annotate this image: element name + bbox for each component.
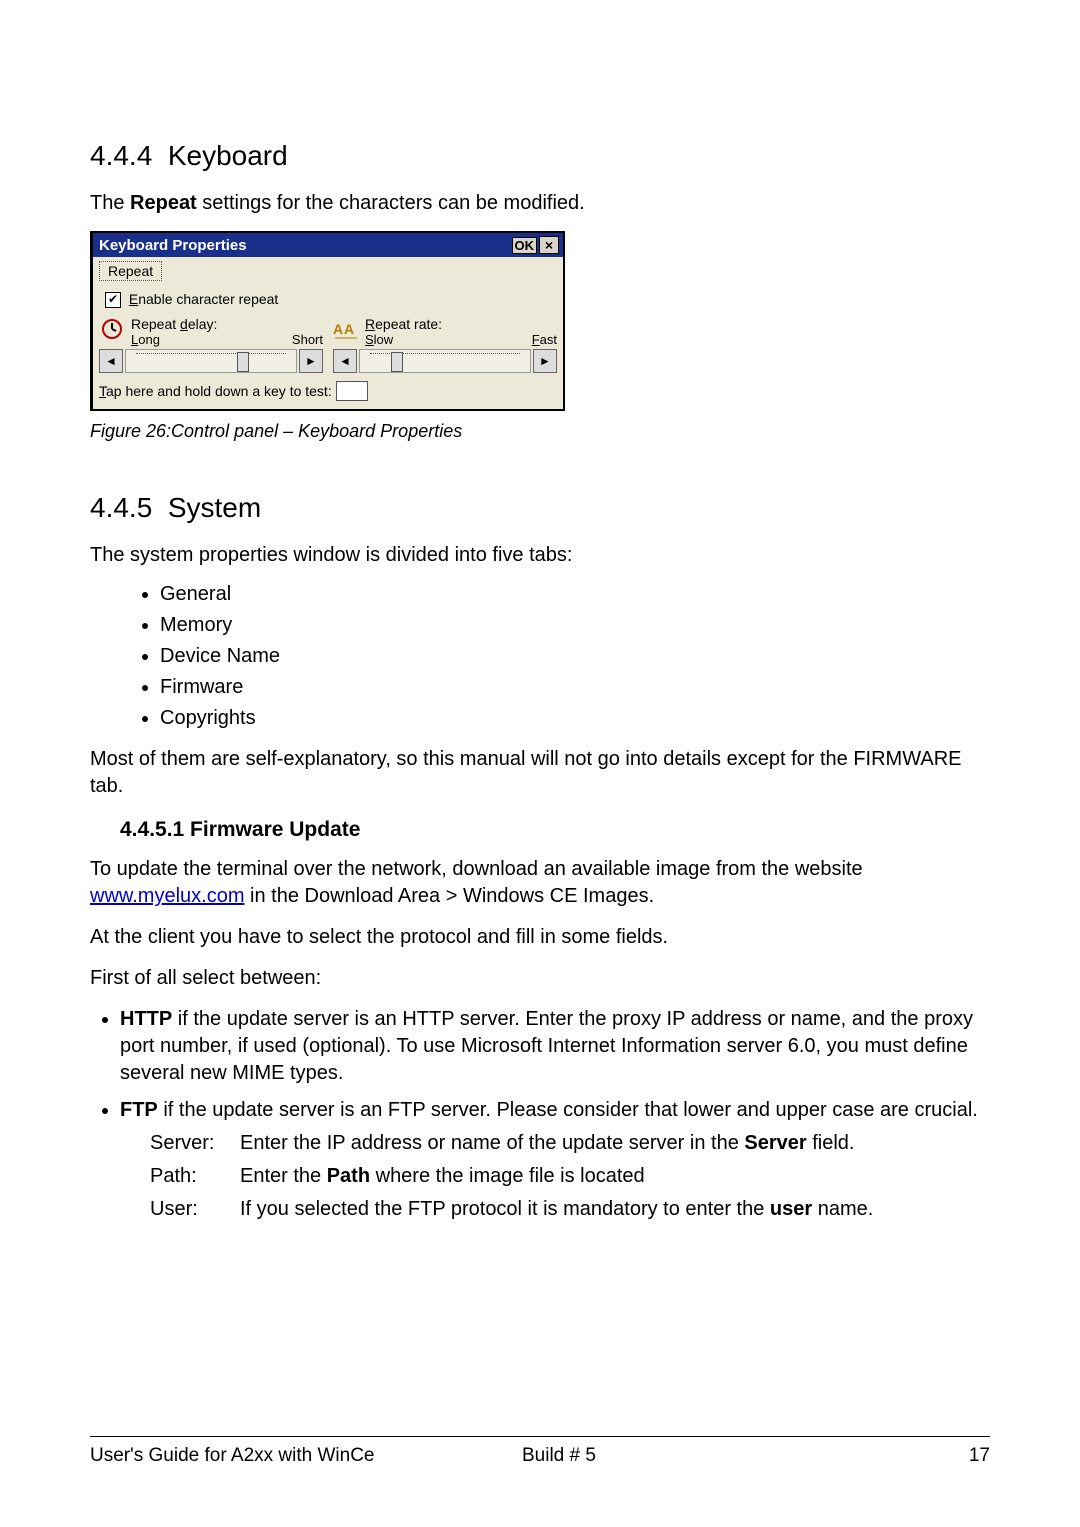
field-user: User: If you selected the FTP protocol i… [150, 1196, 990, 1223]
text: nable character repeat [138, 291, 278, 307]
test-input[interactable] [336, 381, 368, 401]
firmware-p3: First of all select between: [90, 965, 990, 992]
list-item: Memory [160, 614, 990, 637]
text: If you selected the FTP protocol it is m… [240, 1198, 770, 1220]
field-desc: If you selected the FTP protocol it is m… [240, 1196, 990, 1223]
firmware-p1: To update the terminal over the network,… [90, 856, 990, 910]
text: settings for the characters can be modif… [197, 192, 585, 214]
delay-long-label: Long [131, 332, 160, 347]
protocol-list: HTTP if the update server is an HTTP ser… [90, 1006, 990, 1223]
u: E [129, 291, 138, 307]
keyboard-intro: The Repeat settings for the characters c… [90, 190, 990, 217]
rate-slider[interactable] [359, 349, 531, 373]
system-note: Most of them are self-explanatory, so th… [90, 746, 990, 800]
u: d [180, 316, 188, 332]
text-bold: user [770, 1198, 812, 1220]
text: if the update server is an FTP server. P… [158, 1099, 978, 1121]
field-label: Server: [150, 1130, 240, 1157]
firmware-p2: At the client you have to select the pro… [90, 924, 990, 951]
field-label: Path: [150, 1163, 240, 1190]
dialog-title: Keyboard Properties [99, 237, 512, 254]
system-tabs-list: General Memory Device Name Firmware Copy… [90, 583, 990, 730]
close-button[interactable]: × [539, 236, 559, 254]
field-server: Server: Enter the IP address or name of … [150, 1130, 990, 1157]
text: Enter the [240, 1165, 327, 1187]
text: The [90, 192, 130, 214]
keyboard-properties-dialog: Keyboard Properties OK × Repeat ✔ Enable… [90, 231, 565, 411]
heading-number: 4.4.5 [90, 492, 152, 523]
delay-slider[interactable] [125, 349, 297, 373]
text: where the image file is located [370, 1165, 645, 1187]
heading-firmware-update: 4.4.5.1 Firmware Update [120, 818, 990, 842]
heading-number: 4.4.4 [90, 140, 152, 171]
footer-left: User's Guide for A2xx with WinCe [90, 1445, 522, 1467]
heading-system: 4.4.5 System [90, 492, 990, 524]
field-desc: Enter the IP address or name of the upda… [240, 1130, 990, 1157]
list-item: Copyrights [160, 707, 990, 730]
text: in the Download Area > Windows CE Images… [244, 885, 654, 907]
list-item: Firmware [160, 676, 990, 699]
ok-button[interactable]: OK [512, 237, 538, 254]
rate-slow-label: Slow [365, 332, 393, 347]
list-item-ftp: FTP if the update server is an FTP serve… [120, 1097, 990, 1223]
u: R [365, 316, 375, 332]
tab-repeat[interactable]: Repeat [99, 261, 162, 281]
delay-short-label: Short [292, 332, 323, 347]
field-desc: Enter the Path where the image file is l… [240, 1163, 990, 1190]
rate-fast-label: Fast [532, 332, 557, 347]
heading-title: Keyboard [168, 140, 288, 171]
text: epeat rate: [375, 316, 442, 332]
text-bold: HTTP [120, 1008, 172, 1030]
text: ap here and hold down a key to test: [106, 383, 332, 399]
text: field. [807, 1132, 855, 1154]
list-item-http: HTTP if the update server is an HTTP ser… [120, 1006, 990, 1087]
svg-text:A: A [344, 321, 354, 337]
text: low [374, 332, 394, 347]
repeat-rate-label: Repeat rate: [365, 316, 557, 332]
text: ast [540, 332, 557, 347]
text-bold: Repeat [130, 192, 197, 214]
text-bold: FTP [120, 1099, 158, 1121]
figure-caption: Figure 26:Control panel – Keyboard Prope… [90, 421, 990, 442]
delay-increment-button[interactable]: ► [299, 349, 323, 373]
field-label: User: [150, 1196, 240, 1223]
dialog-titlebar: Keyboard Properties OK × [93, 233, 563, 257]
svg-text:A: A [333, 321, 343, 337]
heading-keyboard: 4.4.4 Keyboard [90, 140, 990, 172]
text: name. [812, 1198, 873, 1220]
enable-repeat-checkbox[interactable]: ✔ [105, 292, 121, 308]
rate-decrement-button[interactable]: ◄ [333, 349, 357, 373]
u: T [99, 383, 106, 399]
heading-title: System [168, 492, 261, 523]
list-item: General [160, 583, 990, 606]
repeat-delay-label: Repeat delay: [131, 316, 323, 332]
text-bold: Path [327, 1165, 370, 1187]
delay-decrement-button[interactable]: ◄ [99, 349, 123, 373]
enable-label: Enable character repeat [129, 291, 278, 307]
enable-repeat-row: ✔ Enable character repeat [105, 291, 557, 308]
u: S [365, 332, 374, 347]
system-intro: The system properties window is divided … [90, 542, 990, 569]
repeat-delay-group: Repeat delay: Long Short ◄ ► [99, 316, 323, 373]
test-label: Tap here and hold down a key to test: [99, 383, 332, 399]
field-path: Path: Enter the Path where the image fil… [150, 1163, 990, 1190]
dialog-body: Repeat ✔ Enable character repeat Repeat … [93, 257, 563, 409]
text: elay: [188, 316, 218, 332]
text-bold: Server [744, 1132, 806, 1154]
list-item: Device Name [160, 645, 990, 668]
text: To update the terminal over the network,… [90, 858, 863, 880]
clock-icon [99, 316, 125, 342]
page-footer: User's Guide for A2xx with WinCe Build #… [90, 1436, 990, 1467]
text: ong [138, 332, 160, 347]
text: Enter the IP address or name of the upda… [240, 1132, 744, 1154]
rate-increment-button[interactable]: ► [533, 349, 557, 373]
text: Repeat [131, 316, 180, 332]
footer-page: 17 [882, 1445, 990, 1467]
text: if the update server is an HTTP server. … [120, 1008, 973, 1084]
rate-aa-icon: AA [333, 316, 359, 342]
repeat-rate-group: AA Repeat rate: Slow Fast ◄ [333, 316, 557, 373]
u: F [532, 332, 540, 347]
footer-mid: Build # 5 [522, 1445, 882, 1467]
myelux-link[interactable]: www.myelux.com [90, 885, 244, 907]
